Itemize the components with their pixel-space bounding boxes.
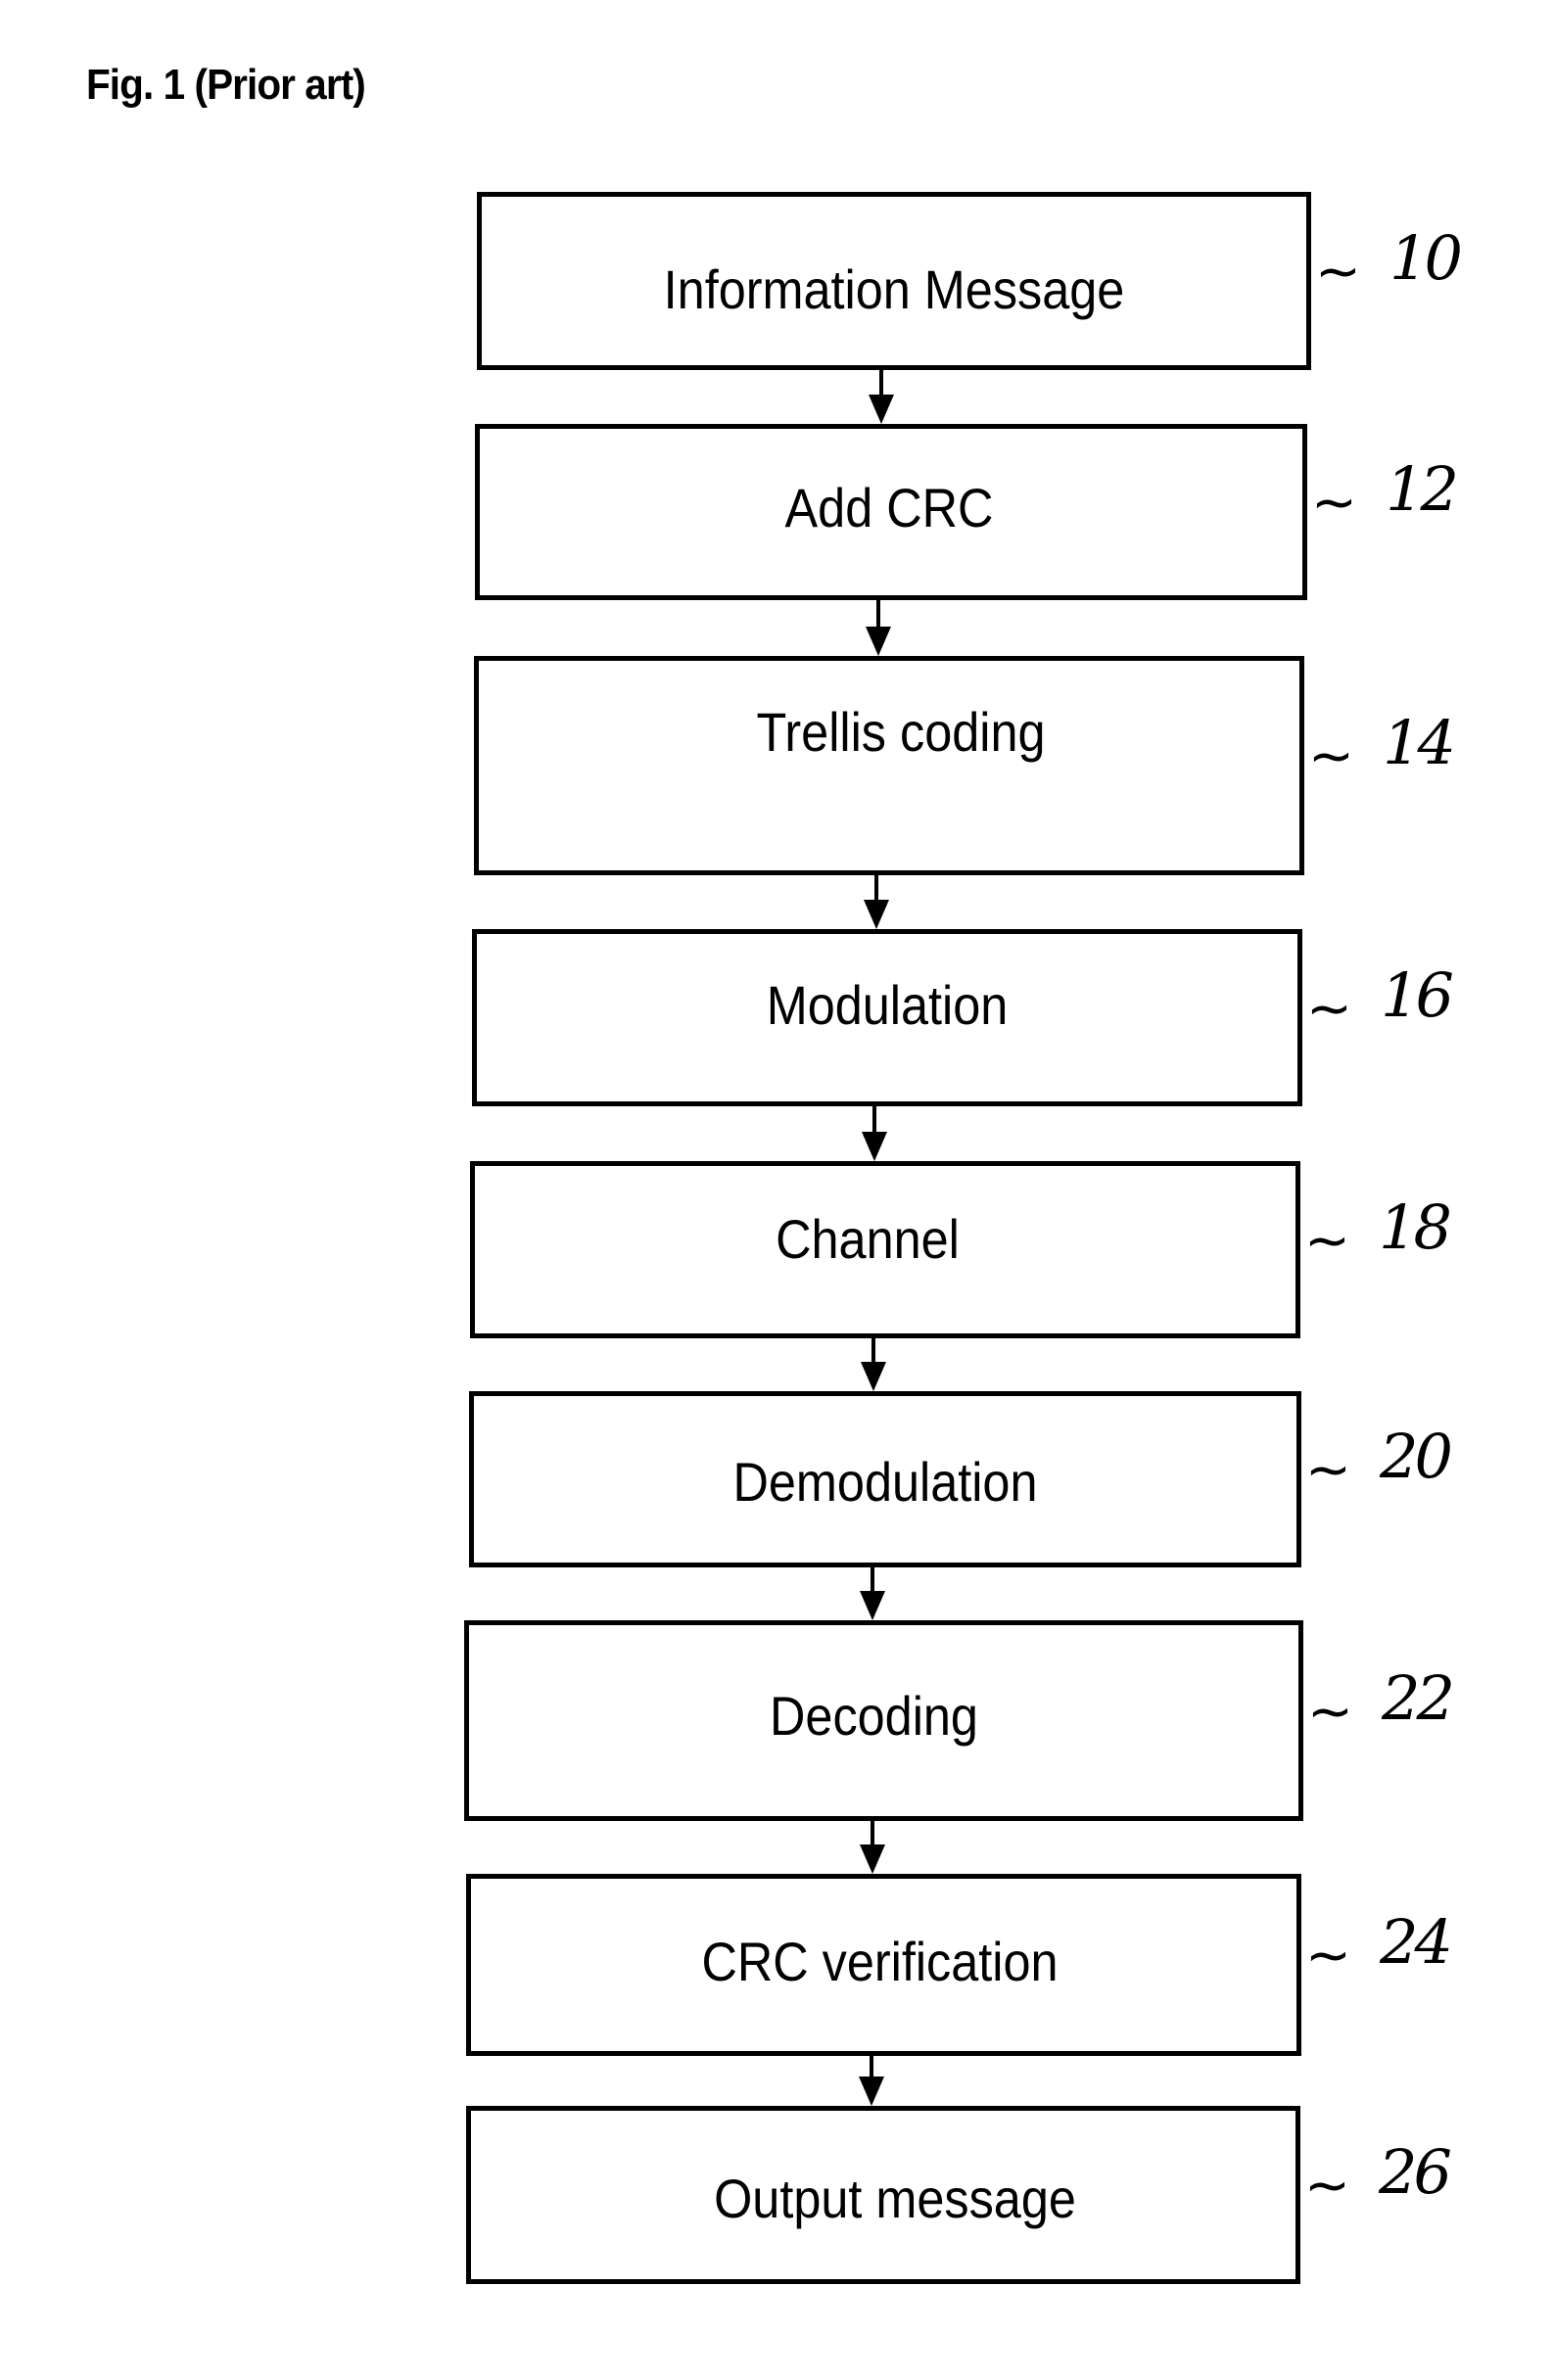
flow-step-box: Information Message [477, 192, 1311, 370]
reference-leader-icon: ~ [1306, 976, 1352, 1041]
flow-step-box: Trellis coding [474, 656, 1304, 875]
flow-arrow [861, 1338, 886, 1391]
flow-arrow [859, 2056, 884, 2106]
reference-numeral: 14 [1383, 707, 1456, 778]
arrow-head-icon [861, 1362, 886, 1391]
reference-numeral: 10 [1389, 222, 1463, 294]
flow-arrow [860, 1567, 885, 1620]
flow-step-box: Modulation [472, 929, 1302, 1106]
flow-arrow [862, 1106, 887, 1161]
flow-step-box: Add CRC [475, 424, 1307, 600]
arrow-head-icon [869, 395, 894, 424]
reference-numeral: 24 [1380, 1906, 1453, 1978]
arrow-head-icon [862, 1132, 887, 1161]
flow-step-label: Channel [776, 1208, 960, 1270]
reference-leader-icon: ~ [1308, 724, 1354, 788]
flow-step-label: Trellis coding [756, 701, 1046, 763]
flow-step-label: Modulation [766, 974, 1009, 1036]
reference-leader-icon: ~ [1311, 471, 1357, 535]
arrow-head-icon [859, 2077, 884, 2106]
arrow-head-icon [864, 900, 889, 929]
reference-leader-icon: ~ [1304, 2154, 1350, 2217]
flow-step-box: CRC verification [466, 1874, 1301, 2056]
flow-step-label: Decoding [770, 1685, 978, 1747]
reference-numeral: 18 [1379, 1190, 1452, 1263]
arrow-head-icon [860, 1844, 885, 1874]
flow-arrow [869, 370, 894, 424]
flow-step-label: Add CRC [784, 477, 994, 538]
reference-leader-icon: ~ [1305, 1438, 1351, 1502]
reference-numeral: 22 [1382, 1661, 1455, 1734]
flow-step-box: Channel [470, 1161, 1300, 1338]
flow-arrow [864, 875, 889, 929]
reference-numeral: 20 [1380, 1421, 1453, 1492]
reference-numeral: 12 [1386, 453, 1459, 525]
reference-leader-icon: ~ [1304, 1208, 1350, 1273]
arrow-head-icon [866, 627, 891, 656]
reference-leader-icon: ~ [1307, 1679, 1353, 1744]
flow-step-label: Output message [714, 2168, 1076, 2229]
flow-step-label: Demodulation [732, 1451, 1038, 1513]
flow-step-label: CRC verification [701, 1931, 1059, 1992]
flow-arrow [866, 600, 891, 656]
reference-numeral: 26 [1379, 2136, 1452, 2208]
reference-numeral: 16 [1381, 958, 1454, 1031]
flow-step-box: Decoding [464, 1620, 1303, 1821]
flow-step-label: Information Message [663, 258, 1125, 320]
flow-step-box: Output message [466, 2106, 1300, 2284]
reference-leader-icon: ~ [1315, 240, 1361, 303]
flow-arrow [860, 1821, 885, 1874]
flow-step-box: Demodulation [469, 1391, 1301, 1567]
reference-leader-icon: ~ [1305, 1924, 1351, 1987]
arrow-head-icon [860, 1591, 885, 1620]
